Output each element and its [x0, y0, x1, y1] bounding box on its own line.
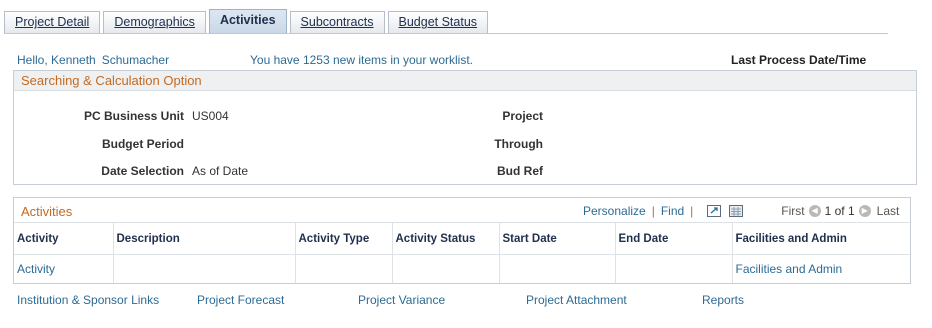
personalize-link[interactable]: Personalize [583, 204, 646, 218]
cell-description [113, 254, 296, 283]
col-activity: Activity [14, 222, 114, 255]
project-forecast-link[interactable]: Project Forecast [197, 293, 284, 307]
col-end-date: End Date [615, 222, 733, 255]
col-description: Description [113, 222, 296, 255]
col-activity-type: Activity Type [295, 222, 393, 255]
cell-end-date [615, 254, 733, 283]
table-row: Activity Facilities and Admin [14, 254, 910, 283]
tab-demographics[interactable]: Demographics [103, 11, 206, 33]
budget-period-label: Budget Period [101, 137, 184, 151]
col-start-date: Start Date [499, 222, 616, 255]
tab-project-detail[interactable]: Project Detail [4, 11, 101, 33]
find-link[interactable]: Find [661, 204, 684, 218]
search-options-title: Searching & Calculation Option [14, 71, 916, 91]
nav-separator: | [690, 204, 694, 218]
pc-business-unit-value: US004 [192, 109, 229, 123]
greeting-first: Hello, Kenneth [17, 53, 96, 67]
first-arrow-icon[interactable]: ◀ [808, 205, 821, 217]
cell-start-date [499, 254, 616, 283]
next-arrow-icon[interactable]: ▶ [858, 205, 871, 217]
through-label: Through [494, 137, 543, 151]
tab-divider [4, 33, 888, 34]
greeting-last: Schumacher [101, 53, 170, 67]
row-count: 1 of 1 [824, 204, 855, 218]
col-activity-status: Activity Status [392, 222, 500, 255]
greeting: Hello, Kenneth Schumacher [17, 53, 169, 67]
project-attachment-link[interactable]: Project Attachment [526, 293, 627, 307]
activities-table: Activity Description Activity Type Activ… [14, 222, 910, 283]
search-options-box: Searching & Calculation Option PC Busine… [13, 70, 917, 185]
cell-activity-link[interactable]: Activity [14, 254, 114, 283]
table-header-row: Activity Description Activity Type Activ… [14, 222, 910, 255]
activities-grid: Activities Personalize | Find | First ◀ … [13, 197, 911, 284]
bud-ref-label: Bud Ref [497, 164, 543, 178]
institution-sponsor-links[interactable]: Institution & Sponsor Links [17, 293, 159, 307]
project-label: Project [502, 109, 543, 123]
col-facilities-admin: Facilities and Admin [732, 222, 910, 255]
last-process-label: Last Process Date/Time [731, 53, 867, 67]
grid-navigation: Personalize | Find | First ◀ 1 of 1 ▶ La… [583, 204, 899, 218]
date-selection-label: Date Selection [101, 164, 184, 178]
cell-facilities-admin-link[interactable]: Facilities and Admin [732, 255, 910, 283]
project-variance-link[interactable]: Project Variance [358, 293, 445, 307]
tab-subcontracts[interactable]: Subcontracts [289, 11, 385, 33]
pc-business-unit-label: PC Business Unit [83, 109, 184, 123]
download-icon[interactable] [729, 205, 744, 217]
first-label: First [781, 204, 805, 218]
cell-activity-status [392, 254, 500, 283]
cell-activity-type [295, 254, 393, 283]
last-label: Last [876, 204, 900, 218]
tab-budget-status[interactable]: Budget Status [387, 11, 489, 33]
worklist-link[interactable]: You have 1253 new items in your worklist… [250, 53, 473, 67]
activities-title: Activities [21, 204, 73, 219]
tab-bar: Project Detail Demographics Activities S… [4, 9, 491, 34]
nav-separator: | [651, 204, 655, 218]
view-all-icon[interactable] [707, 205, 722, 217]
tab-activities[interactable]: Activities [208, 9, 287, 33]
reports-link[interactable]: Reports [702, 293, 744, 307]
date-selection-value: As of Date [192, 164, 249, 178]
